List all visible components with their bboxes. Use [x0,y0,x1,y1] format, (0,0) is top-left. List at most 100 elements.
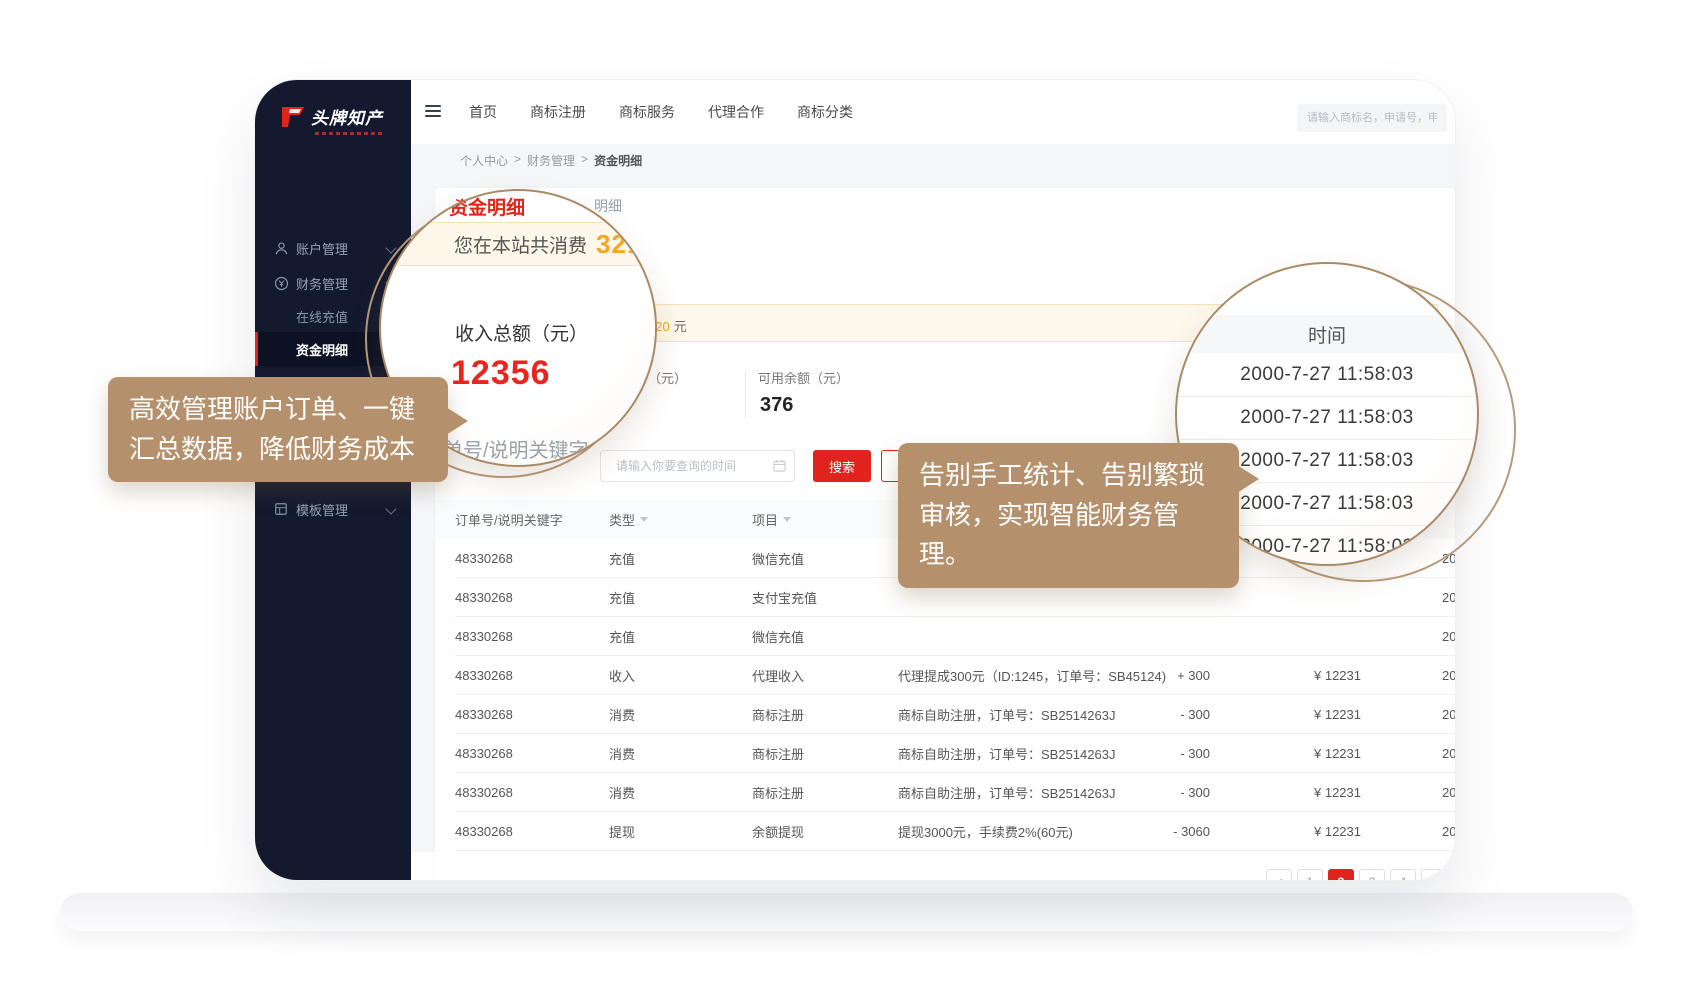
sidebar-item-label: 模板管理 [296,500,348,519]
pagination-page-2-active[interactable]: 2 [1328,869,1354,880]
pagination-page-4[interactable]: 4 [1390,869,1416,880]
breadcrumb-fund-details: 资金明细 [594,152,642,169]
cell-time: 2000-7-27 11:58:03 [1442,656,1455,695]
time-query-input[interactable] [600,450,795,482]
nav-item-trademark-category[interactable]: 商标分类 [797,102,853,122]
cell-order: 48330268 [455,578,513,617]
nav-item-home[interactable]: 首页 [469,102,497,122]
nav-item-agency-cooperation[interactable]: 代理合作 [708,102,764,122]
header-order-keyword[interactable]: 订单号/说明关键字 [455,500,563,539]
stat-balance-label: 可用余额（元） [758,368,849,387]
magnified-time-header: 时间 [1177,315,1477,353]
cell-order: 48330268 [455,539,513,578]
table-row: 48330268 消费 商标注册 商标自助注册，订单号：SB2514263J -… [435,695,1455,734]
cell-balance: ¥ 12231 [1314,656,1361,695]
cell-description: 商标自助注册，订单号：SB2514263J [898,734,1115,773]
cell-time: 2000-7-27 11:58:03 [1442,734,1455,773]
pagination-page-5[interactable]: 5 [1421,869,1447,880]
cell-order: 48330268 [455,812,513,851]
breadcrumb: 个人中心 > 财务管理 > 资金明细 [460,152,642,169]
cell-project: 支付宝充值 [752,578,817,617]
cell-order: 48330268 [455,773,513,812]
calendar-icon[interactable] [773,459,786,472]
cell-time: 2000-7-27 11:58:03 [1442,617,1455,656]
cell-balance: ¥ 12231 [1314,812,1361,851]
magnified-tab-label: 资金明细 [449,193,525,220]
header-project[interactable]: 项目 [752,500,791,539]
laptop-base [60,893,1633,931]
pagination: < 1 2 3 4 5 [1266,869,1447,880]
stat-middle-label: （元） [648,368,687,387]
cell-order: 48330268 [455,617,513,656]
sidebar-item-label: 在线充值 [296,307,348,326]
cell-amount: - 300 [1120,773,1210,812]
nav-item-trademark-service[interactable]: 商标服务 [619,102,675,122]
cell-project: 余额提现 [752,812,804,851]
cell-type: 收入 [609,656,635,695]
cell-time: 2000-7-27 11:58:03 [1442,773,1455,812]
breadcrumb-separator: > [581,152,588,169]
cell-order: 48330268 [455,734,513,773]
cell-balance: ¥ 12231 [1314,773,1361,812]
trademark-search-input[interactable] [1297,104,1447,132]
sidebar-item-label: 账户管理 [296,239,348,258]
topbar: 首页 商标注册 商标服务 代理合作 商标分类 [411,80,1455,144]
magnified-income-value: 12356 [451,354,551,393]
user-icon [273,241,289,256]
magnified-consumption-banner: 您在本站共消费 32124 [379,222,657,266]
stat-divider [745,372,746,418]
tooltip-right: 告别手工统计、告别繁琐审核，实现智能财务管理。 [898,443,1239,588]
breadcrumb-finance[interactable]: 财务管理 [527,152,575,169]
cell-type: 充值 [609,578,635,617]
logo-mark [281,106,305,128]
cell-amount: - 3060 [1120,812,1210,851]
cell-project: 微信充值 [752,539,804,578]
magnified-income-label: 收入总额（元） [455,319,588,346]
table-row: 48330268 消费 商标注册 商标自助注册，订单号：SB2514263J -… [435,773,1455,812]
tooltip-left: 高效管理账户订单、一键汇总数据，降低财务成本 [108,377,448,482]
cell-description: 商标自助注册，订单号：SB2514263J [898,695,1115,734]
logo-text: 头牌知产 [311,104,383,129]
cell-type: 消费 [609,734,635,773]
breadcrumb-bar: 个人中心 > 财务管理 > 资金明细 [411,144,1455,177]
header-type[interactable]: 类型 [609,500,648,539]
cell-amount: + 300 [1120,656,1210,695]
cell-project: 商标注册 [752,734,804,773]
tab-partial[interactable]: 明细 [594,196,622,216]
cell-project: 微信充值 [752,617,804,656]
cell-amount [1120,617,1210,656]
finance-icon [273,276,289,291]
cell-project: 商标注册 [752,695,804,734]
template-icon [273,502,289,516]
stat-balance-value: 376 [760,394,793,417]
table-row: 48330268 收入 代理收入 代理提成300元（ID:1245，订单号：SB… [435,656,1455,695]
sidebar-item-label: 资金明细 [296,340,348,359]
pagination-prev-button[interactable]: < [1266,869,1292,880]
cell-type: 消费 [609,773,635,812]
breadcrumb-separator: > [514,152,521,169]
cell-project: 代理收入 [752,656,804,695]
magnified-time-row: 2000-7-27 11:58:03 [1177,396,1477,439]
table-row: 48330268 提现 余额提现 提现3000元，手续费2%(60元) - 30… [435,812,1455,851]
cell-description: 商标自助注册，订单号：SB2514263J [898,773,1115,812]
pagination-page-3[interactable]: 3 [1359,869,1385,880]
pagination-page-1[interactable]: 1 [1297,869,1323,880]
cell-type: 消费 [609,695,635,734]
menu-icon[interactable] [425,105,441,117]
breadcrumb-personal-center[interactable]: 个人中心 [460,152,508,169]
cell-type: 提现 [609,812,635,851]
cell-balance: ¥ 12231 [1314,695,1361,734]
cell-time: 2000-7-27 11:58:03 [1442,578,1455,617]
sort-caret-icon [640,517,648,522]
search-button[interactable]: 搜索 [813,450,871,482]
cell-balance: ¥ 12231 [1314,734,1361,773]
magnified-banner-amount: 32124 [596,229,657,260]
cell-type: 充值 [609,617,635,656]
cell-amount: - 300 [1120,734,1210,773]
nav-item-trademark-register[interactable]: 商标注册 [530,102,586,122]
cell-order: 48330268 [455,656,513,695]
sidebar-item-label: 财务管理 [296,274,348,293]
top-nav: 首页 商标注册 商标服务 代理合作 商标分类 [469,80,853,144]
sidebar-item-template-management[interactable]: 模板管理 [255,492,411,526]
logo-subtext-decoration [315,132,385,135]
